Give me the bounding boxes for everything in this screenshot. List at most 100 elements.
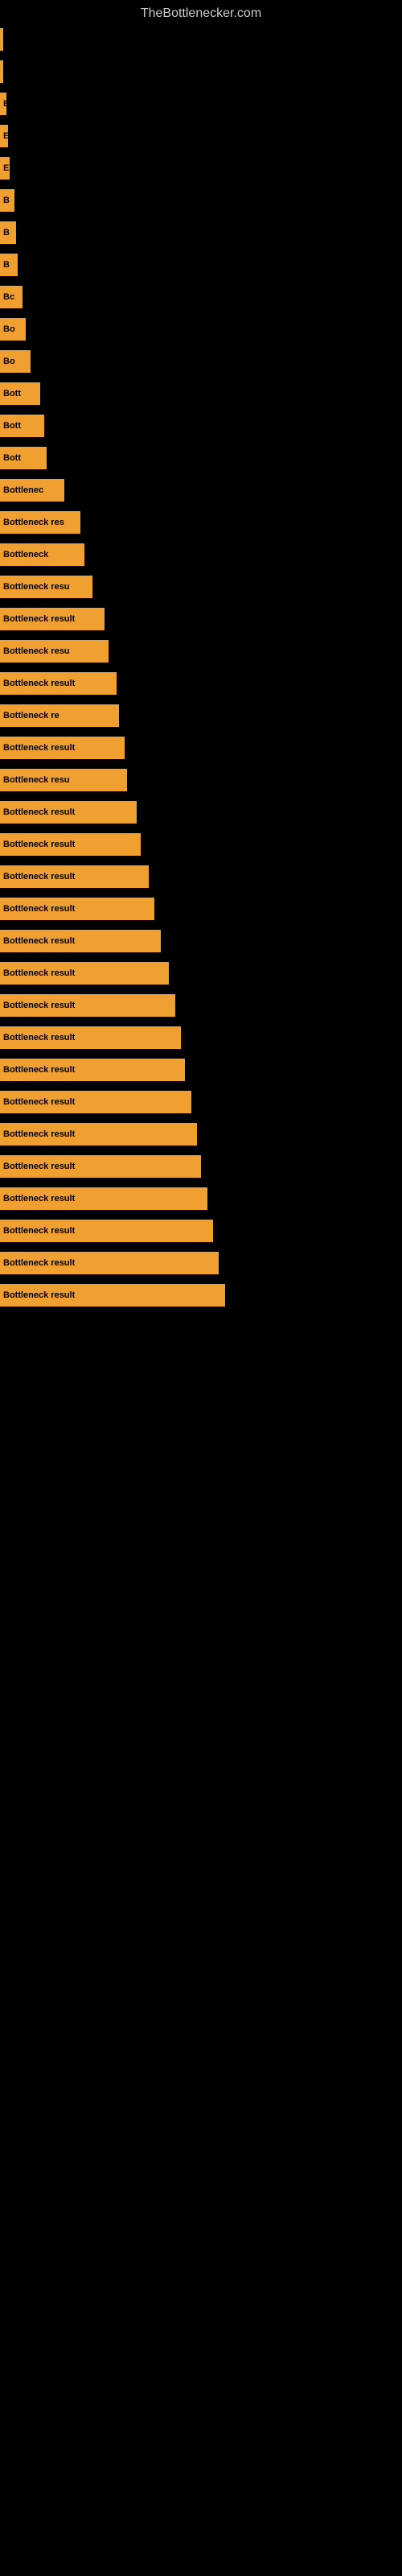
site-title: TheBottlenecker.com: [0, 0, 402, 27]
bar-row: Bottleneck result: [0, 1151, 402, 1182]
bar-item: E: [0, 157, 10, 180]
bar-label: Bo: [3, 357, 15, 366]
bar-label: Bottleneck result: [3, 904, 75, 914]
bar-label: Bottleneck resu: [3, 582, 70, 592]
bar-item: Bottleneck result: [0, 1091, 191, 1113]
bar-label: E: [3, 99, 6, 109]
bar-row: Bc: [0, 282, 402, 312]
bar-item: Bottleneck result: [0, 608, 105, 630]
bar-row: Bo: [0, 314, 402, 345]
bar-row: Bottleneck result: [0, 1022, 402, 1053]
bar-item: Bottleneck resu: [0, 769, 127, 791]
bar-label: Bottleneck result: [3, 1194, 75, 1203]
bar-label: Bottleneck resu: [3, 646, 70, 656]
bar-row: Bottleneck result: [0, 1087, 402, 1117]
bar-label: Bottleneck result: [3, 1129, 75, 1139]
bar-item: Bo: [0, 318, 26, 341]
bar-row: Bottleneck result: [0, 829, 402, 860]
bar-item: Bottlenec: [0, 479, 64, 502]
bar-label: Bottleneck result: [3, 1001, 75, 1010]
bar-row: Bo: [0, 346, 402, 377]
bar-label: E: [3, 131, 8, 141]
bar-item: Bottleneck result: [0, 737, 125, 759]
bar-label: Bott: [3, 453, 21, 463]
bar-row: Bottleneck result: [0, 861, 402, 892]
bar-row: Bottleneck result: [0, 926, 402, 956]
bar-label: Bottleneck resu: [3, 775, 70, 785]
bar-label: B: [3, 228, 10, 237]
bar-row: Bott: [0, 411, 402, 441]
bar-item: [0, 28, 3, 51]
bar-item: B: [0, 221, 16, 244]
bar-label: Bott: [3, 389, 21, 398]
bar-label: Bottleneck: [3, 550, 48, 559]
bar-item: Bottleneck result: [0, 994, 175, 1017]
bar-label: Bott: [3, 421, 21, 431]
bar-item: Bc: [0, 286, 23, 308]
bar-label: Bottleneck result: [3, 840, 75, 849]
bar-item: Bottleneck result: [0, 1187, 207, 1210]
bar-row: Bottleneck resu: [0, 572, 402, 602]
bar-row: Bottleneck result: [0, 990, 402, 1021]
bars-container: E E E B B B Bc Bo Bo Bott Bott Bott Bottlenec Bottlen…: [0, 24, 402, 1312]
bar-row: Bott: [0, 443, 402, 473]
bar-item: E: [0, 125, 8, 147]
bar-item: Bottleneck result: [0, 1252, 219, 1274]
bar-row: Bottleneck result: [0, 1280, 402, 1311]
bar-row: Bott: [0, 378, 402, 409]
bar-item: B: [0, 189, 14, 212]
bar-item: Bottleneck result: [0, 833, 141, 856]
bar-item: Bottleneck result: [0, 865, 149, 888]
bar-label: Bottleneck result: [3, 936, 75, 946]
bar-item: Bott: [0, 415, 44, 437]
bar-item: Bottleneck result: [0, 1155, 201, 1178]
bar-label: B: [3, 196, 10, 205]
bar-label: Bottleneck result: [3, 872, 75, 881]
bar-item: B: [0, 254, 18, 276]
bar-row: E: [0, 89, 402, 119]
bar-row: E: [0, 121, 402, 151]
bar-row: Bottleneck resu: [0, 765, 402, 795]
bar-label: Bottleneck result: [3, 1162, 75, 1171]
bar-label: Bottleneck result: [3, 1065, 75, 1075]
bar-row: Bottleneck result: [0, 1183, 402, 1214]
bar-item: Bottleneck resu: [0, 640, 109, 663]
bar-label: E: [3, 163, 9, 173]
bar-label: Bottleneck result: [3, 1226, 75, 1236]
bar-item: Bottleneck result: [0, 1284, 225, 1307]
bar-row: B: [0, 185, 402, 216]
bar-item: Bottleneck resu: [0, 576, 92, 598]
bar-item: Bottleneck result: [0, 672, 117, 695]
bar-row: Bottleneck result: [0, 668, 402, 699]
bar-label: Bottleneck result: [3, 743, 75, 753]
bar-item: Bottleneck result: [0, 930, 161, 952]
bar-row: Bottleneck result: [0, 1216, 402, 1246]
bar-item: [0, 60, 3, 83]
bar-row: Bottleneck result: [0, 797, 402, 828]
bar-row: Bottleneck result: [0, 894, 402, 924]
bar-label: Bottleneck result: [3, 968, 75, 978]
bar-label: Bottleneck res: [3, 518, 64, 527]
bar-item: E: [0, 93, 6, 115]
bar-row: Bottleneck result: [0, 1055, 402, 1085]
bar-item: Bottleneck res: [0, 511, 80, 534]
bar-label: Bottleneck result: [3, 1290, 75, 1300]
bar-item: Bottleneck result: [0, 898, 154, 920]
bar-item: Bottleneck result: [0, 962, 169, 985]
bar-label: Bottleneck result: [3, 679, 75, 688]
bar-row: Bottleneck result: [0, 958, 402, 989]
bar-row: Bottleneck result: [0, 733, 402, 763]
bar-label: Bottleneck result: [3, 807, 75, 817]
bar-item: Bo: [0, 350, 31, 373]
bar-row: B: [0, 217, 402, 248]
bar-row: [0, 56, 402, 87]
bar-row: [0, 24, 402, 55]
bar-item: Bottleneck result: [0, 1220, 213, 1242]
bar-item: Bott: [0, 447, 47, 469]
bar-row: B: [0, 250, 402, 280]
bar-label: Bc: [3, 292, 14, 302]
bar-item: Bottleneck re: [0, 704, 119, 727]
bar-label: Bottleneck result: [3, 614, 75, 624]
bar-row: Bottleneck resu: [0, 636, 402, 667]
bar-label: Bo: [3, 324, 15, 334]
